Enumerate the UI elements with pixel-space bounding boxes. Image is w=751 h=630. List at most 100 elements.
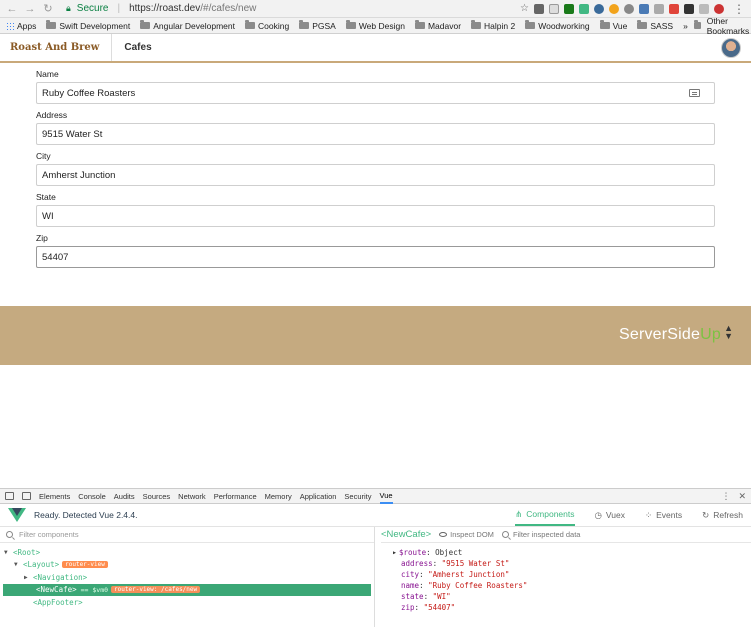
- tab-memory[interactable]: Memory: [265, 492, 292, 501]
- tab-components[interactable]: ⋔ Components: [515, 504, 575, 526]
- prop-route[interactable]: ▶ $route: Object: [393, 547, 751, 558]
- bookmark-folder[interactable]: Madavor: [414, 20, 461, 31]
- expand-triangle-icon[interactable]: ▼: [4, 549, 13, 556]
- star-icon[interactable]: ☆: [520, 3, 529, 14]
- tab-audits[interactable]: Audits: [114, 492, 135, 501]
- reload-icon[interactable]: ↻: [42, 0, 54, 18]
- chevron-icon: »: [683, 20, 688, 31]
- nav-cafes[interactable]: Cafes: [124, 42, 151, 53]
- address-bar[interactable]: https://roast.dev/#/cafes/new: [129, 3, 256, 14]
- serversideup-logo[interactable]: ServerSideUp: [619, 326, 721, 344]
- inspect-dom-button[interactable]: Inspect DOM: [439, 530, 494, 539]
- bookmark-folder[interactable]: Web Design: [345, 20, 405, 31]
- refresh-button[interactable]: ↻ Refresh: [702, 504, 743, 526]
- search-icon: [6, 531, 13, 538]
- page-whitespace: [0, 365, 751, 488]
- collapse-triangle-icon[interactable]: ▶: [393, 550, 396, 556]
- expand-triangle-icon[interactable]: ▼: [14, 561, 23, 568]
- other-bookmarks[interactable]: » Other Bookmarks: [683, 16, 751, 36]
- tree-node-navigation[interactable]: ▶ <Navigation>: [0, 571, 374, 584]
- prop-address[interactable]: address: "9515 Water St": [393, 558, 751, 569]
- bookmark-folder[interactable]: SASS: [637, 20, 673, 31]
- avatar[interactable]: [721, 37, 741, 58]
- bookmark-folder[interactable]: PGSA: [299, 20, 336, 31]
- bookmark-folder[interactable]: Vue: [599, 20, 627, 31]
- extension-icon[interactable]: [594, 3, 604, 14]
- tab-events[interactable]: ⁘ Events: [645, 504, 682, 526]
- bookmark-folder[interactable]: Cooking: [245, 20, 289, 31]
- folder-icon: [140, 20, 151, 29]
- extension-icon[interactable]: [699, 3, 709, 14]
- eye-icon: [439, 532, 448, 537]
- pocket-icon[interactable]: [534, 3, 544, 14]
- prop-name[interactable]: name: "Ruby Coffee Roasters": [393, 580, 751, 591]
- tab-console[interactable]: Console: [78, 492, 106, 501]
- extension-icon[interactable]: [714, 3, 724, 14]
- bookmark-folder[interactable]: Woodworking: [525, 20, 590, 31]
- contact-card-icon[interactable]: [689, 89, 700, 97]
- brand-logo[interactable]: Roast And Brew: [10, 34, 113, 61]
- extension-icon[interactable]: [549, 3, 559, 14]
- bookmark-folder[interactable]: Angular Development: [140, 20, 235, 31]
- name-label: Name: [36, 69, 59, 79]
- vue-panes: Filter components ▼ <Root> ▼ <Layout> route…: [0, 527, 751, 627]
- filter-components-input[interactable]: Filter components: [0, 527, 374, 543]
- tab-elements[interactable]: Elements: [39, 492, 70, 501]
- extension-icon[interactable]: [669, 3, 679, 14]
- vue-tabs: ⋔ Components ◷ Vuex ⁘ Events ↻ Refresh: [515, 504, 743, 526]
- address-input[interactable]: 9515 Water St: [36, 123, 715, 145]
- evernote-icon[interactable]: [564, 3, 574, 14]
- folder-icon: [414, 20, 425, 29]
- forward-icon[interactable]: →: [24, 0, 36, 18]
- zip-field-group: Zip 54407: [36, 233, 715, 268]
- state-input[interactable]: WI: [36, 205, 715, 227]
- inspect-element-icon[interactable]: [5, 492, 14, 500]
- folder-icon: [299, 20, 310, 29]
- bookmark-apps[interactable]: Apps: [6, 21, 36, 31]
- events-icon: ⁘: [644, 509, 653, 520]
- extension-icon[interactable]: [609, 3, 619, 14]
- close-icon[interactable]: ✕: [738, 491, 746, 502]
- state-label: State: [36, 192, 56, 202]
- tab-sources[interactable]: Sources: [143, 492, 171, 501]
- tree-node-layout[interactable]: ▼ <Layout> router-view: [0, 559, 374, 572]
- vue-devtools-icon[interactable]: [579, 3, 589, 14]
- prop-zip[interactable]: zip: "54407": [393, 602, 751, 613]
- tab-vue[interactable]: Vue: [379, 489, 393, 504]
- tab-application[interactable]: Application: [300, 492, 337, 501]
- tree-node-appfooter[interactable]: <AppFooter>: [0, 596, 374, 609]
- bookmarks-bar: Apps Swift Development Angular Developme…: [0, 16, 751, 36]
- extension-icon[interactable]: [639, 3, 649, 14]
- tab-performance[interactable]: Performance: [214, 492, 257, 501]
- extension-icon[interactable]: [624, 3, 634, 14]
- prop-state[interactable]: state: "WI": [393, 591, 751, 602]
- zip-input[interactable]: 54407: [36, 246, 715, 268]
- city-field-group: City Amherst Junction: [36, 151, 715, 186]
- inspector-header: <NewCafe> Inspect DOM Filter inspected d…: [381, 527, 751, 543]
- tab-security[interactable]: Security: [344, 492, 371, 501]
- tab-network[interactable]: Network: [178, 492, 206, 501]
- browser-toolbar: ← → ↻ 🔒︎ Secure | https://roast.dev/#/ca…: [0, 0, 751, 18]
- name-input[interactable]: Ruby Coffee Roasters: [36, 82, 715, 104]
- more-options-icon[interactable]: ⋮: [721, 491, 730, 502]
- tab-vuex[interactable]: ◷ Vuex: [595, 504, 625, 526]
- bookmark-folder[interactable]: Swift Development: [46, 20, 130, 31]
- tree-node-newcafe[interactable]: <NewCafe> == $vm0 router-view: /cafes/new: [3, 583, 371, 596]
- bookmark-folder[interactable]: Halpin 2: [471, 20, 515, 31]
- devtools-panel: Elements Console Audits Sources Network …: [0, 488, 751, 627]
- router-view-badge: router-view: /cafes/new: [111, 586, 201, 594]
- new-cafe-form: Name Ruby Coffee Roasters Address 9515 W…: [0, 63, 751, 306]
- device-toolbar-icon[interactable]: [22, 492, 31, 500]
- back-icon[interactable]: ←: [6, 0, 18, 18]
- inspected-data: ▶ $route: Object address: "9515 Water St"…: [381, 543, 751, 613]
- extension-icon[interactable]: [684, 3, 694, 14]
- search-icon: [501, 531, 509, 538]
- menu-icon[interactable]: ⋮: [733, 2, 745, 16]
- collapse-triangle-icon[interactable]: ▶: [24, 574, 33, 581]
- prop-city[interactable]: city: "Amherst Junction": [393, 569, 751, 580]
- filter-data-input[interactable]: Filter inspected data: [501, 530, 580, 539]
- secure-label: Secure: [76, 3, 109, 14]
- tree-node-root[interactable]: ▼ <Root>: [0, 546, 374, 559]
- extension-icon[interactable]: [654, 3, 664, 14]
- city-input[interactable]: Amherst Junction: [36, 164, 715, 186]
